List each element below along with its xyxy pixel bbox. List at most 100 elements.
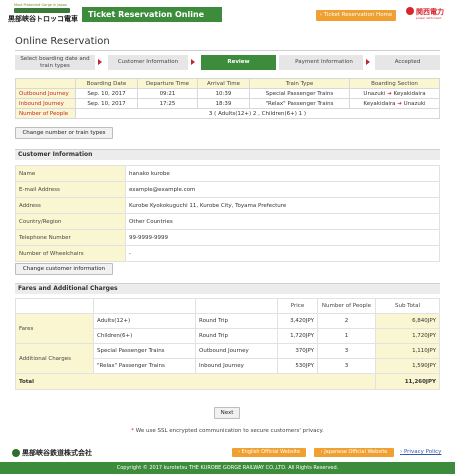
step-label: Customer Information — [117, 59, 179, 66]
customer-section-title: Customer Information — [15, 149, 440, 160]
info-row-address: Address Kurobe Kyokokuguchi 11, Kurobe Ci… — [15, 197, 440, 214]
header-title: Ticket Reservation Online — [82, 7, 222, 22]
departure-time: 09:21 — [137, 88, 198, 99]
section-to: Keyakidaira — [393, 90, 426, 97]
customer-info-table: Name hanako kurobe E-mail Address example@… — [15, 165, 440, 262]
total-label: Total — [15, 373, 376, 390]
step-label: Payment Information — [295, 59, 353, 66]
column-header: Departure Time — [137, 78, 198, 89]
column-header — [15, 78, 76, 89]
step-arrow-icon — [191, 59, 195, 65]
fare-subtotal: 6,840JPY — [375, 313, 440, 329]
fares-header-row: Price Number of People Sub Total — [15, 298, 440, 314]
info-key: Address — [15, 197, 126, 214]
charge-item: "Relax" Passenger Trains — [93, 358, 196, 374]
chevron-right-icon: › — [237, 449, 240, 455]
step-review: Review — [201, 55, 276, 70]
ticket-reservation-home-button[interactable]: › Ticket Reservation Home — [316, 10, 396, 21]
number-of-people: 3 ( Adults(12+) 2 , Children(6+) 1 ) — [75, 108, 440, 119]
fare-people: 1 — [317, 328, 376, 344]
site-footer: 黒部峡谷鉄道株式会社 › English Official Website › … — [0, 444, 455, 461]
fare-subtotal: 1,720JPY — [375, 328, 440, 344]
trip-row-people: Number of People 3 ( Adults(12+) 2 , Chi… — [15, 108, 440, 119]
change-customer-button[interactable]: Change customer information — [15, 263, 113, 275]
ssl-notice-text: We use SSL encrypted communication to se… — [135, 428, 324, 434]
site-header: Most Protected Gorge in Japan 黒部峡谷トロッコ電車… — [0, 0, 455, 26]
section-from: Keyakidaira — [363, 100, 396, 107]
privacy-policy-label: Privacy Policy — [403, 449, 442, 455]
boarding-date: Sep. 10, 2017 — [75, 98, 138, 109]
japanese-site-button[interactable]: › Japanese Official Website — [314, 448, 394, 457]
fare-price: 3,420JPY — [277, 313, 318, 329]
column-header: Boarding Date — [75, 78, 138, 89]
ssl-asterisk: * — [131, 428, 135, 434]
footer-company-name: 黒部峡谷鉄道株式会社 — [22, 449, 92, 457]
info-value: 99-9999-9999 — [125, 229, 440, 246]
title-divider — [15, 50, 440, 51]
info-row-telephone: Telephone Number 99-9999-9999 — [15, 229, 440, 246]
logo-text: 黒部峡谷トロッコ電車 — [8, 15, 78, 23]
total-value: 11,260JPY — [375, 373, 440, 390]
fare-type: Round Trip — [195, 328, 278, 344]
change-number-button[interactable]: Change number or train types — [15, 127, 113, 139]
next-button[interactable]: Next — [214, 407, 240, 419]
trip-row-outbound: Outbound Journey Sep. 10, 2017 09:21 10:… — [15, 88, 440, 99]
step-accepted: Accepted — [375, 55, 440, 70]
charge-type: Outbound Journey — [195, 343, 278, 359]
info-row-country: Country/Region Other Countries — [15, 213, 440, 230]
copyright: Copyright © 2017 kurotetsu THE KUROBE GO… — [0, 462, 455, 474]
partner-logo-mark-icon — [406, 7, 414, 15]
section-to: Unazuki — [403, 100, 426, 107]
progress-steps: Select boarding date and train types Cus… — [15, 55, 440, 70]
info-value: Other Countries — [125, 213, 440, 230]
trip-header-row: Boarding Date Departure Time Arrival Tim… — [15, 78, 440, 89]
info-key: Number of Wheelchairs — [15, 245, 126, 262]
logo-band-graphic — [14, 8, 70, 13]
category-label: Additional Charges — [15, 343, 94, 374]
footer-company-logo[interactable]: 黒部峡谷鉄道株式会社 — [12, 448, 92, 458]
english-site-button[interactable]: › English Official Website — [232, 448, 306, 457]
arrival-time: 18:39 — [197, 98, 250, 109]
info-row-email: E-mail Address example@example.com — [15, 181, 440, 198]
boarding-section: Unazuki ➔ Keyakidaira — [349, 88, 440, 99]
departure-time: 17:25 — [137, 98, 198, 109]
total-row: Total 11,260JPY — [15, 373, 440, 390]
column-header-blank — [15, 298, 94, 314]
fare-item: Children(6+) — [93, 328, 196, 344]
charge-subtotal: 1,110JPY — [375, 343, 440, 359]
privacy-policy-link[interactable]: › Privacy Policy — [400, 449, 441, 455]
home-button-label: Ticket Reservation Home — [323, 12, 393, 18]
category-label: Fares — [15, 313, 94, 344]
step-payment-information: Payment Information — [279, 55, 363, 70]
section-from: Unazuki — [363, 90, 386, 97]
charge-item: Special Passenger Trains — [93, 343, 196, 359]
info-key: Telephone Number — [15, 229, 126, 246]
trip-table: Boarding Date Departure Time Arrival Tim… — [15, 78, 440, 119]
info-key: E-mail Address — [15, 181, 126, 198]
railway-logo[interactable]: Most Protected Gorge in Japan 黒部峡谷トロッコ電車 — [8, 3, 78, 23]
fares-section-title: Fares and Additional Charges — [15, 283, 440, 294]
charge-price: 530JPY — [277, 358, 318, 374]
arrow-right-icon: ➔ — [385, 90, 394, 97]
boarding-date: Sep. 10, 2017 — [75, 88, 138, 99]
japanese-site-label: Japanese Official Website — [324, 449, 388, 455]
arrival-time: 10:39 — [197, 88, 250, 99]
chevron-right-icon: › — [320, 449, 323, 455]
chevron-right-icon: › — [319, 12, 322, 18]
column-header: Sub Total — [375, 298, 440, 314]
info-value: hanako kurobe — [125, 165, 440, 182]
info-row-wheelchairs: Number of Wheelchairs - — [15, 245, 440, 262]
step-customer-information: Customer Information — [108, 55, 188, 70]
train-type: Special Passenger Trains — [249, 88, 350, 99]
partner-logo[interactable]: 関西電力 power with heart — [406, 6, 450, 22]
charge-people: 3 — [317, 358, 376, 374]
fare-price: 1,720JPY — [277, 328, 318, 344]
page-title: Online Reservation — [15, 36, 110, 47]
step-label: Accepted — [394, 59, 421, 66]
step-label: Review — [227, 59, 250, 66]
charge-people: 3 — [317, 343, 376, 359]
fares-table: Price Number of People Sub Total Fares A… — [15, 298, 440, 390]
column-header: Train Type — [249, 78, 350, 89]
trip-row-inbound: Inbound Journey Sep. 10, 2017 17:25 18:3… — [15, 98, 440, 109]
column-header-blank — [195, 298, 278, 314]
